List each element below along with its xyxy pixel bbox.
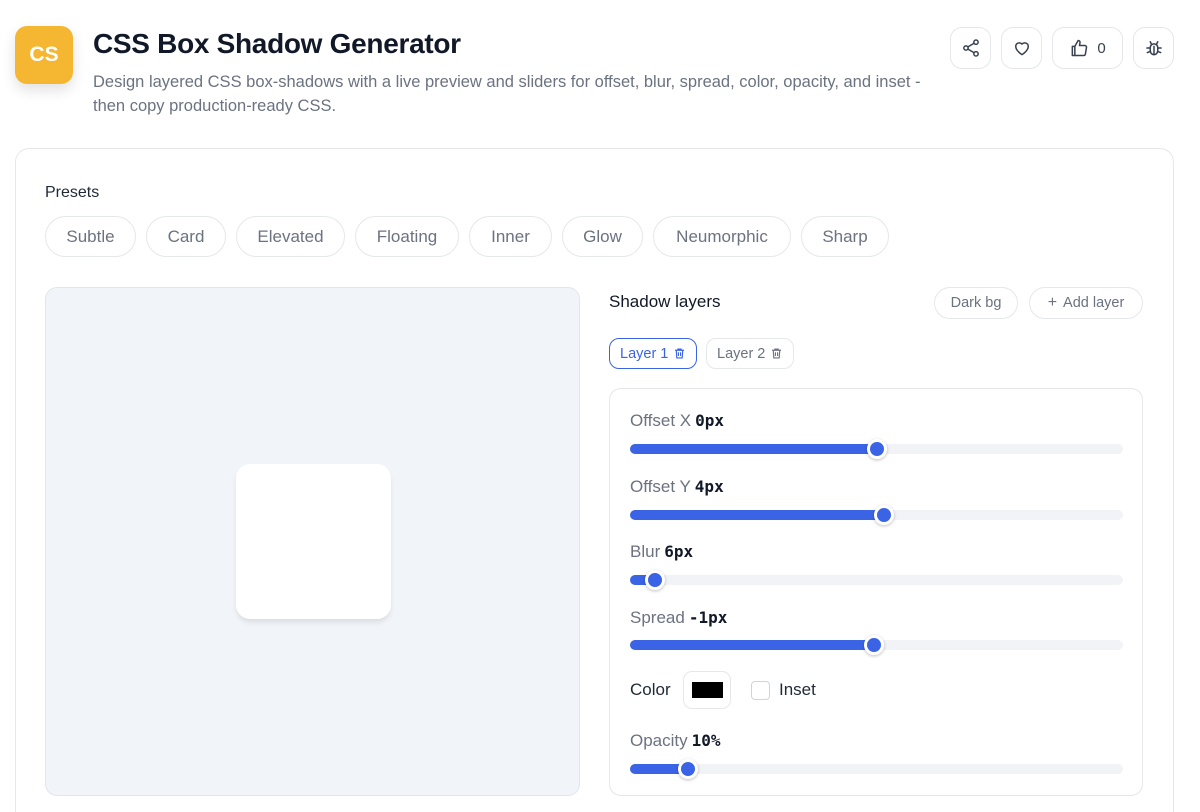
shadow-layers-title: Shadow layers (609, 292, 721, 311)
slider-fill (630, 510, 885, 520)
preset-floating[interactable]: Floating (355, 216, 459, 257)
offset-x-value: 0px (695, 411, 725, 430)
app-logo: CS (15, 26, 73, 84)
opacity-label: Opacity 10% (630, 731, 721, 751)
trash-icon[interactable] (673, 347, 686, 360)
favorite-button[interactable] (1001, 27, 1042, 69)
opacity-label-text: Opacity (630, 731, 688, 750)
color-swatch (691, 682, 723, 698)
spread-value: -1px (688, 608, 728, 627)
offset-y-label-text: Offset Y (630, 477, 691, 496)
page-header: CS CSS Box Shadow Generator Design layer… (0, 0, 1200, 140)
bug-icon (1145, 41, 1162, 56)
preset-inner[interactable]: Inner (469, 216, 552, 257)
layer-tab-1[interactable]: Layer 1 (609, 338, 698, 369)
add-layer-label: Add layer (1063, 295, 1125, 311)
slider-thumb[interactable] (864, 635, 885, 655)
spread-label: Spread -1px (630, 608, 727, 628)
preset-neumorphic[interactable]: Neumorphic (653, 216, 791, 257)
blur-value: 6px (664, 542, 694, 561)
slider-thumb[interactable] (866, 439, 887, 459)
dark-bg-toggle[interactable]: Dark bg (934, 287, 1018, 319)
blur-label-text: Blur (630, 542, 661, 561)
report-bug-button[interactable] (1133, 27, 1174, 69)
spread-label-text: Spread (630, 608, 685, 627)
slider-fill (630, 444, 877, 454)
share-button[interactable] (950, 27, 991, 69)
slider-thumb[interactable] (644, 570, 665, 590)
preset-elevated[interactable]: Elevated (236, 216, 345, 257)
layer-tab-label: Layer 2 (717, 345, 766, 362)
spread-slider[interactable] (630, 635, 1123, 655)
slider-fill (630, 640, 875, 650)
layer-tab-2[interactable]: Layer 2 (706, 338, 795, 369)
shadow-preview-area (45, 287, 580, 796)
share-icon (962, 39, 979, 57)
add-layer-button[interactable]: + Add layer (1029, 287, 1143, 319)
offset-x-label-text: Offset X (630, 411, 692, 430)
inset-label[interactable]: Inset (779, 680, 816, 700)
color-label: Color (630, 680, 671, 699)
page-description: Design layered CSS box-shadows with a li… (93, 73, 921, 115)
preset-sharp[interactable]: Sharp (801, 216, 889, 257)
plus-icon: + (1047, 294, 1058, 311)
blur-label: Blur 6px (630, 542, 693, 562)
slider-thumb[interactable] (677, 759, 698, 779)
blur-slider[interactable] (630, 570, 1123, 590)
preset-card[interactable]: Card (146, 216, 226, 257)
page-title: CSS Box Shadow Generator (93, 28, 461, 59)
like-button[interactable]: 0 (1052, 27, 1123, 69)
heart-icon (1014, 42, 1029, 56)
preview-box (236, 464, 391, 619)
offset-y-value: 4px (694, 477, 724, 496)
offset-y-slider[interactable] (630, 505, 1123, 525)
presets-label: Presets (45, 184, 100, 201)
layer-tab-label: Layer 1 (620, 345, 669, 362)
opacity-slider[interactable] (630, 759, 1123, 779)
color-picker[interactable] (683, 671, 731, 709)
preset-subtle[interactable]: Subtle (45, 216, 136, 257)
trash-icon[interactable] (770, 347, 783, 360)
opacity-value: 10% (691, 731, 721, 750)
offset-x-label: Offset X 0px (630, 411, 724, 431)
offset-y-label: Offset Y 4px (630, 477, 724, 497)
thumbs-up-icon (1071, 39, 1088, 57)
inset-checkbox[interactable] (751, 681, 770, 700)
preset-glow[interactable]: Glow (562, 216, 643, 257)
like-count: 0 (1097, 39, 1106, 57)
offset-x-slider[interactable] (630, 439, 1123, 459)
